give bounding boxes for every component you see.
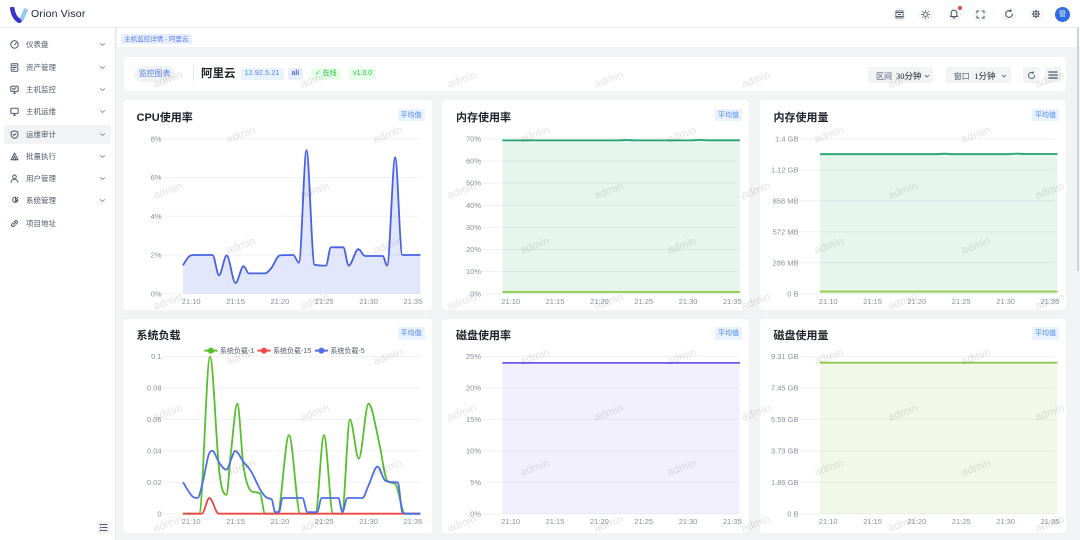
svg-text:5.59 GB: 5.59 GB (771, 415, 799, 424)
svg-text:3.73 GB: 3.73 GB (771, 447, 799, 456)
svg-text:9.31 GB: 9.31 GB (771, 352, 799, 361)
svg-text:21:15: 21:15 (863, 517, 882, 526)
svg-text:21:35: 21:35 (1041, 517, 1060, 526)
svg-text:1.86 GB: 1.86 GB (771, 478, 799, 487)
svg-text:7.45 GB: 7.45 GB (771, 384, 799, 393)
svg-text:21:20: 21:20 (908, 517, 927, 526)
svg-text:21:30: 21:30 (996, 517, 1015, 526)
svg-text:21:25: 21:25 (952, 517, 971, 526)
svg-text:0 B: 0 B (787, 509, 798, 518)
svg-text:21:10: 21:10 (819, 517, 838, 526)
